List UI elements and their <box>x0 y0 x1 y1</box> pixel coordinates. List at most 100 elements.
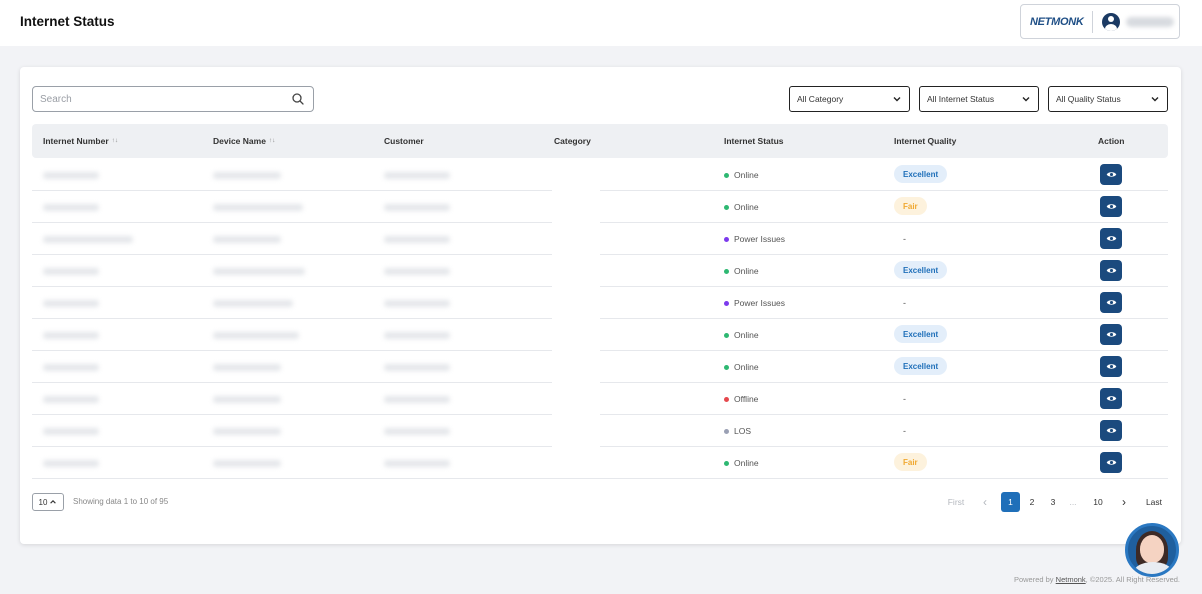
status-dot-icon <box>724 396 729 402</box>
quality-empty: - <box>903 394 906 404</box>
column-internet-status: Internet Status <box>724 136 784 146</box>
page-3-button[interactable]: 3 <box>1046 492 1060 512</box>
view-button[interactable] <box>1100 388 1122 409</box>
table-row: Online Fair <box>32 191 1168 223</box>
next-page-button[interactable]: › <box>1117 492 1131 512</box>
view-button[interactable] <box>1100 196 1122 217</box>
device-name-redacted <box>213 428 281 435</box>
chat-assistant-avatar[interactable] <box>1125 523 1179 577</box>
first-page-button[interactable]: First <box>942 492 970 512</box>
status-label: Online <box>734 266 759 276</box>
column-internet-quality: Internet Quality <box>894 136 957 146</box>
view-button[interactable] <box>1100 420 1122 441</box>
eye-icon <box>1106 364 1116 369</box>
quality-status-filter-dropdown[interactable]: All Quality Status <box>1048 86 1168 112</box>
internet-number-redacted <box>43 300 99 307</box>
quality-badge: Excellent <box>894 261 948 279</box>
status-dot-icon <box>724 300 729 306</box>
status-dot-icon <box>724 428 729 434</box>
column-label: Internet Number <box>43 136 109 146</box>
quality-badge: Excellent <box>894 325 948 343</box>
device-name-redacted <box>213 332 299 339</box>
category-filter-dropdown[interactable]: All Category <box>789 86 910 112</box>
eye-icon <box>1106 204 1116 209</box>
internet-status-cell: Power Issues <box>724 234 785 244</box>
top-bar: Internet Status NETMONK <box>0 0 1202 46</box>
view-button[interactable] <box>1100 356 1122 377</box>
internet-number-redacted <box>43 364 99 371</box>
internet-number-redacted <box>43 204 99 211</box>
status-label: Online <box>734 362 759 372</box>
user-circle-icon <box>1101 12 1120 31</box>
chevron-down-icon <box>893 97 901 102</box>
page-size-select[interactable]: 10 <box>32 493 64 511</box>
status-label: Online <box>734 330 759 340</box>
status-dot-icon <box>724 460 729 466</box>
internet-number-redacted <box>43 236 133 243</box>
status-dot-icon <box>724 172 729 178</box>
status-dot-icon <box>724 236 729 242</box>
internet-status-cell: LOS <box>724 426 751 436</box>
view-button[interactable] <box>1100 292 1122 313</box>
last-page-button[interactable]: Last <box>1141 492 1167 512</box>
customer-redacted <box>384 364 450 371</box>
footer-netmonk-link[interactable]: Netmonk <box>1056 575 1086 584</box>
table-row: Online Excellent <box>32 319 1168 351</box>
table-row: Online Fair <box>32 447 1168 479</box>
internet-status-cell: Online <box>724 170 759 180</box>
chevron-down-icon <box>1022 97 1030 102</box>
page-2-button[interactable]: 2 <box>1025 492 1039 512</box>
assistant-face <box>1140 535 1164 563</box>
search-icon[interactable] <box>292 93 304 105</box>
eye-icon <box>1106 268 1116 273</box>
search-box[interactable] <box>32 86 314 112</box>
showing-data-text: Showing data 1 to 10 of 95 <box>73 497 169 506</box>
search-input[interactable] <box>40 93 280 105</box>
sort-icon[interactable]: ↑↓ <box>112 137 119 144</box>
eye-icon <box>1106 332 1116 337</box>
chevron-up-icon <box>50 500 57 504</box>
quality-badge: Excellent <box>894 357 948 375</box>
divider <box>1091 10 1093 33</box>
device-name-redacted <box>213 300 293 307</box>
view-button[interactable] <box>1100 260 1122 281</box>
prev-page-button[interactable]: ‹ <box>978 492 992 512</box>
status-label: Offline <box>734 394 759 404</box>
status-label: LOS <box>734 426 752 436</box>
quality-empty: - <box>903 298 906 308</box>
customer-redacted <box>384 396 450 403</box>
status-label: Online <box>734 458 759 468</box>
table-row: Online Excellent <box>32 351 1168 383</box>
customer-redacted <box>384 332 450 339</box>
view-button[interactable] <box>1100 324 1122 345</box>
internet-number-redacted <box>43 332 99 339</box>
page-1-button[interactable]: 1 <box>1001 492 1020 512</box>
status-dot-icon <box>724 268 729 274</box>
view-button[interactable] <box>1100 164 1122 185</box>
sort-icon[interactable]: ↑↓ <box>269 137 276 144</box>
customer-redacted <box>384 172 450 179</box>
status-dot-icon <box>724 332 729 338</box>
page-ellipsis: ... <box>1069 497 1077 507</box>
column-category: Category <box>554 136 591 146</box>
view-button[interactable] <box>1100 452 1122 473</box>
page-10-button[interactable]: 10 <box>1088 492 1108 512</box>
internet-number-redacted <box>43 172 99 179</box>
internet-status-filter-dropdown[interactable]: All Internet Status <box>919 86 1039 112</box>
column-device-name[interactable]: Device Name ↑↓ <box>213 136 275 146</box>
internet-status-cell: Online <box>724 362 759 372</box>
internet-status-cell: Online <box>724 202 759 212</box>
quality-badge: Fair <box>894 453 927 471</box>
view-button[interactable] <box>1100 228 1122 249</box>
column-customer: Customer <box>384 136 424 146</box>
category-filter-value: All Category <box>797 94 844 104</box>
column-internet-number[interactable]: Internet Number ↑↓ <box>43 136 118 146</box>
user-name-redacted <box>1125 16 1174 27</box>
column-action: Action <box>1098 136 1125 146</box>
eye-icon <box>1106 460 1116 465</box>
quality-badge: Excellent <box>894 165 948 183</box>
status-label: Online <box>734 202 759 212</box>
device-name-redacted <box>213 172 281 179</box>
table-header: Internet Number ↑↓ Device Name ↑↓ Customer… <box>32 124 1168 158</box>
account-menu[interactable]: NETMONK <box>1020 4 1180 39</box>
